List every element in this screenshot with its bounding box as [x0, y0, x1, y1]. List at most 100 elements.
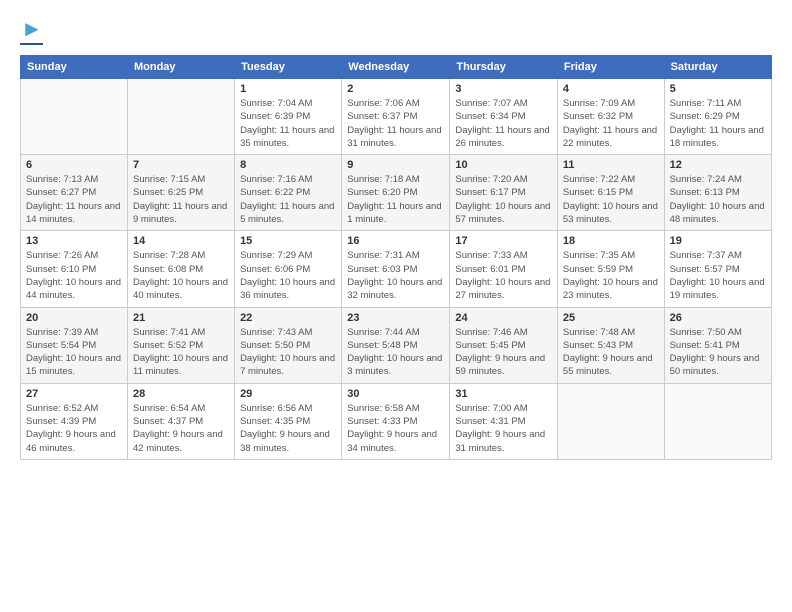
daylight-text: Daylight: 9 hours and 46 minutes. — [26, 428, 122, 455]
day-number: 22 — [240, 312, 336, 324]
calendar-cell: 6 Sunrise: 7:13 AMSunset: 6:27 PMDaylight… — [21, 155, 128, 231]
day-info: Sunrise: 7:44 AMSunset: 5:48 PMDaylight:… — [347, 326, 444, 379]
day-number: 3 — [455, 83, 552, 95]
sunset-text: Sunset: 5:50 PM — [240, 339, 336, 352]
sunset-text: Sunset: 4:31 PM — [455, 415, 552, 428]
sunrise-text: Sunrise: 6:56 AM — [240, 402, 336, 415]
calendar-week-row: 13Sunrise: 7:26 AMSunset: 6:10 PMDayligh… — [21, 231, 772, 307]
sunset-text: Sunset: 4:37 PM — [133, 415, 229, 428]
day-number: 14 — [133, 235, 229, 247]
logo-arrow-icon: ► — [21, 16, 43, 42]
day-info: Sunrise: 7:29 AMSunset: 6:06 PMDaylight:… — [240, 249, 336, 302]
sunrise-text: Sunrise: 7:37 AM — [670, 249, 766, 262]
day-info: Sunrise: 7:16 AMSunset: 6:22 PMDaylight:… — [240, 173, 336, 226]
day-number: 9 — [347, 159, 444, 171]
calendar-week-row: 1Sunrise: 7:04 AMSunset: 6:39 PMDaylight… — [21, 79, 772, 155]
daylight-text: Daylight: 10 hours and 15 minutes. — [26, 352, 122, 379]
day-info: Sunrise: 7:15 AMSunset: 6:25 PMDaylight:… — [133, 173, 229, 226]
sunrise-text: Sunrise: 7:50 AM — [670, 326, 766, 339]
calendar-cell: 8Sunrise: 7:16 AMSunset: 6:22 PMDaylight… — [235, 155, 342, 231]
day-number: 26 — [670, 312, 766, 324]
daylight-text: Daylight: 11 hours and 35 minutes. — [240, 124, 336, 151]
calendar-cell: 1Sunrise: 7:04 AMSunset: 6:39 PMDaylight… — [235, 79, 342, 155]
daylight-text: Daylight: 11 hours and 18 minutes. — [670, 124, 766, 151]
calendar-cell: 2 Sunrise: 7:06 AMSunset: 6:37 PMDaylight… — [342, 79, 450, 155]
calendar-cell: 13Sunrise: 7:26 AMSunset: 6:10 PMDayligh… — [21, 231, 128, 307]
day-info: Sunrise: 7:11 AMSunset: 6:29 PMDaylight:… — [670, 97, 766, 150]
day-number: 23 — [347, 312, 444, 324]
sunset-text: Sunset: 6:13 PM — [670, 186, 766, 199]
day-info: Sunrise: 7:37 AMSunset: 5:57 PMDaylight:… — [670, 249, 766, 302]
day-info: Sunrise: 7:28 AMSunset: 6:08 PMDaylight:… — [133, 249, 229, 302]
sunset-text: Sunset: 4:33 PM — [347, 415, 444, 428]
daylight-text: Daylight: 10 hours and 32 minutes. — [347, 276, 444, 303]
day-info: Sunrise: 7:13 AMSunset: 6:27 PMDaylight:… — [26, 173, 122, 226]
day-info: Sunrise: 7:09 AMSunset: 6:32 PMDaylight:… — [563, 97, 659, 150]
day-number: 13 — [26, 235, 122, 247]
calendar-cell: 19 Sunrise: 7:37 AMSunset: 5:57 PMDayligh… — [664, 231, 771, 307]
day-number: 18 — [563, 235, 659, 247]
calendar-cell — [557, 383, 664, 459]
calendar-week-row: 20 Sunrise: 7:39 AMSunset: 5:54 PMDayligh… — [21, 307, 772, 383]
daylight-text: Daylight: 11 hours and 22 minutes. — [563, 124, 659, 151]
sunrise-text: Sunrise: 7:31 AM — [347, 249, 444, 262]
calendar-cell — [127, 79, 234, 155]
daylight-text: Daylight: 10 hours and 40 minutes. — [133, 276, 229, 303]
day-info: Sunrise: 7:06 AMSunset: 6:37 PMDaylight:… — [347, 97, 444, 150]
sunset-text: Sunset: 6:32 PM — [563, 110, 659, 123]
day-info: Sunrise: 7:33 AMSunset: 6:01 PMDaylight:… — [455, 249, 552, 302]
day-number: 29 — [240, 388, 336, 400]
calendar-cell: 4Sunrise: 7:09 AMSunset: 6:32 PMDaylight… — [557, 79, 664, 155]
day-info: Sunrise: 7:18 AMSunset: 6:20 PMDaylight:… — [347, 173, 444, 226]
day-number: 11 — [563, 159, 659, 171]
sunset-text: Sunset: 4:35 PM — [240, 415, 336, 428]
daylight-text: Daylight: 11 hours and 26 minutes. — [455, 124, 552, 151]
day-info: Sunrise: 7:39 AMSunset: 5:54 PMDaylight:… — [26, 326, 122, 379]
calendar-cell: 24Sunrise: 7:46 AMSunset: 5:45 PMDayligh… — [450, 307, 558, 383]
day-number: 5 — [670, 83, 766, 95]
sunrise-text: Sunrise: 7:46 AM — [455, 326, 552, 339]
day-info: Sunrise: 6:54 AMSunset: 4:37 PMDaylight:… — [133, 402, 229, 455]
sunrise-text: Sunrise: 7:20 AM — [455, 173, 552, 186]
daylight-text: Daylight: 11 hours and 31 minutes. — [347, 124, 444, 151]
calendar-week-row: 27Sunrise: 6:52 AMSunset: 4:39 PMDayligh… — [21, 383, 772, 459]
sunrise-text: Sunrise: 7:09 AM — [563, 97, 659, 110]
day-number: 20 — [26, 312, 122, 324]
calendar-cell: 29 Sunrise: 6:56 AMSunset: 4:35 PMDayligh… — [235, 383, 342, 459]
daylight-text: Daylight: 10 hours and 48 minutes. — [670, 200, 766, 227]
sunset-text: Sunset: 6:01 PM — [455, 263, 552, 276]
day-number: 28 — [133, 388, 229, 400]
sunrise-text: Sunrise: 7:35 AM — [563, 249, 659, 262]
calendar-cell: 25Sunrise: 7:48 AMSunset: 5:43 PMDayligh… — [557, 307, 664, 383]
sunset-text: Sunset: 6:39 PM — [240, 110, 336, 123]
day-number: 6 — [26, 159, 122, 171]
sunset-text: Sunset: 6:25 PM — [133, 186, 229, 199]
sunrise-text: Sunrise: 7:33 AM — [455, 249, 552, 262]
sunset-text: Sunset: 6:15 PM — [563, 186, 659, 199]
day-number: 2 — [347, 83, 444, 95]
sunrise-text: Sunrise: 7:26 AM — [26, 249, 122, 262]
day-info: Sunrise: 7:31 AMSunset: 6:03 PMDaylight:… — [347, 249, 444, 302]
day-info: Sunrise: 7:00 AMSunset: 4:31 PMDaylight:… — [455, 402, 552, 455]
calendar-cell: 26Sunrise: 7:50 AMSunset: 5:41 PMDayligh… — [664, 307, 771, 383]
day-info: Sunrise: 7:41 AMSunset: 5:52 PMDaylight:… — [133, 326, 229, 379]
day-info: Sunrise: 6:52 AMSunset: 4:39 PMDaylight:… — [26, 402, 122, 455]
daylight-text: Daylight: 9 hours and 38 minutes. — [240, 428, 336, 455]
calendar-cell: 10Sunrise: 7:20 AMSunset: 6:17 PMDayligh… — [450, 155, 558, 231]
daylight-text: Daylight: 9 hours and 55 minutes. — [563, 352, 659, 379]
day-number: 19 — [670, 235, 766, 247]
calendar-cell: 5 Sunrise: 7:11 AMSunset: 6:29 PMDaylight… — [664, 79, 771, 155]
calendar-cell: 12Sunrise: 7:24 AMSunset: 6:13 PMDayligh… — [664, 155, 771, 231]
page: ► SundayMondayTuesdayWednesdayThursdayFr… — [0, 0, 792, 612]
calendar-cell: 17Sunrise: 7:33 AMSunset: 6:01 PMDayligh… — [450, 231, 558, 307]
daylight-text: Daylight: 11 hours and 14 minutes. — [26, 200, 122, 227]
daylight-text: Daylight: 10 hours and 11 minutes. — [133, 352, 229, 379]
day-number: 16 — [347, 235, 444, 247]
sunrise-text: Sunrise: 7:28 AM — [133, 249, 229, 262]
sunset-text: Sunset: 6:20 PM — [347, 186, 444, 199]
sunset-text: Sunset: 5:48 PM — [347, 339, 444, 352]
weekday-header-saturday: Saturday — [664, 56, 771, 79]
daylight-text: Daylight: 9 hours and 31 minutes. — [455, 428, 552, 455]
sunset-text: Sunset: 5:54 PM — [26, 339, 122, 352]
calendar-cell: 14 Sunrise: 7:28 AMSunset: 6:08 PMDayligh… — [127, 231, 234, 307]
